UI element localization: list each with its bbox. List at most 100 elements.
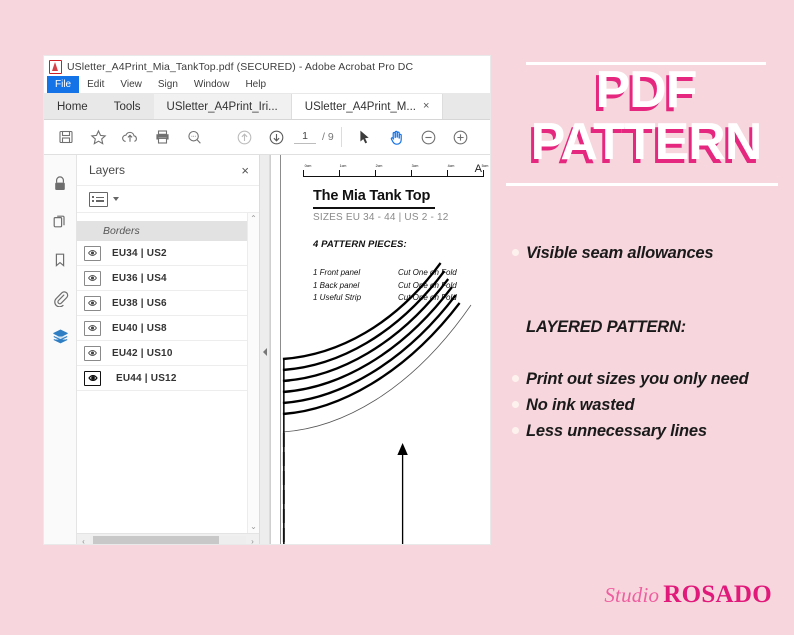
layer-label: EU42 | US10 [112, 347, 173, 359]
layers-panel-title: Layers [89, 163, 126, 177]
scroll-down-icon[interactable]: ⌄ [250, 523, 257, 531]
bullet-label: Print out sizes you only need [526, 370, 749, 388]
layers-scroll-area: Borders EU34 | US2 EU36 | US4 EU38 | US6… [77, 213, 259, 533]
layer-row[interactable]: EU40 | US8 [77, 316, 247, 341]
promo-heading-line1: PDF [595, 61, 698, 119]
layers-horizontal-scrollbar[interactable]: ‹ › [77, 533, 259, 544]
tab-tools[interactable]: Tools [101, 94, 154, 119]
bullet-dot-icon [512, 427, 519, 434]
main-toolbar: 1 / 9 [44, 120, 490, 155]
eye-icon[interactable] [84, 320, 101, 336]
star-icon[interactable] [82, 122, 114, 152]
attachment-icon[interactable] [45, 279, 75, 317]
tab-document-mia[interactable]: USletter_A4Print_M... × [291, 94, 444, 119]
layer-row[interactable]: EU42 | US10 [77, 341, 247, 366]
menu-item-window[interactable]: Window [186, 76, 238, 93]
page-number-input[interactable]: 1 [294, 130, 316, 144]
layer-label: EU34 | US2 [112, 247, 167, 259]
list-item: Less unnecessary lines [512, 420, 794, 442]
layer-group-label: Borders [103, 225, 140, 237]
eye-icon[interactable] [84, 345, 101, 361]
scroll-up-icon[interactable]: ⌃ [250, 215, 257, 223]
select-tool-icon[interactable] [349, 122, 381, 152]
list-options-icon[interactable] [89, 191, 108, 207]
scroll-left-icon[interactable]: ‹ [77, 537, 90, 545]
bookmark-icon[interactable] [45, 241, 75, 279]
zoom-out-tool-icon[interactable] [413, 122, 445, 152]
layers-panel: Layers × Borders EU34 | US2 EU36 | US4 E… [77, 155, 260, 544]
menu-item-edit[interactable]: Edit [79, 76, 112, 93]
layer-label: EU44 | US12 [116, 372, 177, 384]
menu-item-help[interactable]: Help [237, 76, 274, 93]
list-item: Visible seam allowances [512, 242, 794, 264]
hand-tool-icon[interactable] [381, 122, 413, 152]
pattern-drawing [282, 262, 472, 544]
zoom-in-tool-icon[interactable] [445, 122, 477, 152]
tab-strip: Home Tools USletter_A4Print_Iri... USlet… [44, 93, 490, 120]
layer-row[interactable]: EU44 | US12 [77, 366, 247, 391]
promo-subheading: LAYERED PATTERN: [526, 318, 686, 336]
scroll-right-icon[interactable]: › [246, 537, 259, 545]
tab-label: USletter_A4Print_Iri... [166, 100, 278, 113]
page-up-icon[interactable] [228, 122, 260, 152]
window-titlebar: USletter_A4Print_Mia_TankTop.pdf (SECURE… [44, 56, 490, 76]
eye-icon[interactable] [84, 270, 101, 286]
layer-row[interactable]: EU38 | US6 [77, 291, 247, 316]
cloud-upload-icon[interactable] [114, 122, 146, 152]
print-icon[interactable] [146, 122, 178, 152]
eye-icon[interactable] [84, 245, 101, 261]
menu-item-file[interactable]: File [47, 76, 80, 93]
heading-divider-bottom [506, 183, 778, 186]
save-icon[interactable] [50, 122, 82, 152]
search-icon[interactable] [178, 122, 210, 152]
layer-label: EU38 | US6 [112, 297, 167, 309]
page-thumbnails-icon[interactable] [45, 203, 75, 241]
bullet-dot-icon [512, 375, 519, 382]
brand-word-studio: Studio [604, 583, 660, 607]
close-icon[interactable]: × [241, 164, 249, 177]
chevron-down-icon[interactable] [113, 197, 119, 201]
bullet-label: Visible seam allowances [526, 244, 714, 262]
layers-icon[interactable] [45, 317, 75, 355]
layer-label: EU40 | US8 [112, 322, 167, 334]
bullet-label: Less unnecessary lines [526, 422, 707, 440]
menu-bar: File Edit View Sign Window Help [44, 76, 490, 93]
promo-bullets-bottom: Print out sizes you only need No ink was… [512, 368, 794, 446]
tab-home[interactable]: Home [44, 94, 101, 119]
bullet-label: No ink wasted [526, 396, 635, 414]
layer-row[interactable]: EU36 | US4 [77, 266, 247, 291]
page-navigation: 1 / 9 [294, 130, 334, 144]
layer-label: EU36 | US4 [112, 272, 167, 284]
lock-icon[interactable] [45, 165, 75, 203]
menu-item-sign[interactable]: Sign [150, 76, 186, 93]
brand-word-rosado: ROSADO [663, 581, 772, 608]
page-total-label: / 9 [322, 131, 334, 143]
acrobat-window: USletter_A4Print_Mia_TankTop.pdf (SECURE… [44, 56, 490, 544]
scrollbar-track[interactable] [90, 535, 246, 544]
page-down-icon[interactable] [260, 122, 292, 152]
menu-item-view[interactable]: View [112, 76, 150, 93]
panel-collapse-handle[interactable] [260, 155, 270, 544]
promo-heading-line2: PATTERN [530, 113, 763, 171]
layers-panel-header: Layers × [77, 155, 259, 186]
window-title: USletter_A4Print_Mia_TankTop.pdf (SECURE… [67, 61, 414, 73]
layers-panel-toolbar [77, 186, 259, 213]
scrollbar-thumb[interactable] [93, 535, 219, 544]
list-item: No ink wasted [512, 394, 794, 416]
acrobat-logo-icon [49, 60, 62, 74]
layer-group-borders[interactable]: Borders [77, 221, 247, 241]
layer-row[interactable]: EU34 | US2 [77, 241, 247, 266]
promo-panel: PDF PATTERN Visible seam allowances LAYE… [498, 0, 794, 635]
bullet-dot-icon [512, 249, 519, 256]
tab-document-iri[interactable]: USletter_A4Print_Iri... [153, 94, 292, 119]
eye-icon[interactable] [84, 295, 101, 311]
toolbar-divider [340, 127, 342, 147]
document-viewport[interactable]: 0cm 1cm 2cm 3cm 4cm 5cm A The Mia Tank T… [270, 155, 490, 544]
promo-bullets-top: Visible seam allowances [512, 242, 794, 268]
layers-list: Borders EU34 | US2 EU36 | US4 EU38 | US6… [77, 213, 247, 533]
eye-icon[interactable] [84, 370, 101, 386]
bullet-dot-icon [512, 401, 519, 408]
tab-label: USletter_A4Print_M... [304, 100, 416, 113]
close-icon[interactable]: × [423, 101, 429, 112]
layers-vertical-scrollbar[interactable]: ⌃ ⌄ [247, 213, 259, 533]
